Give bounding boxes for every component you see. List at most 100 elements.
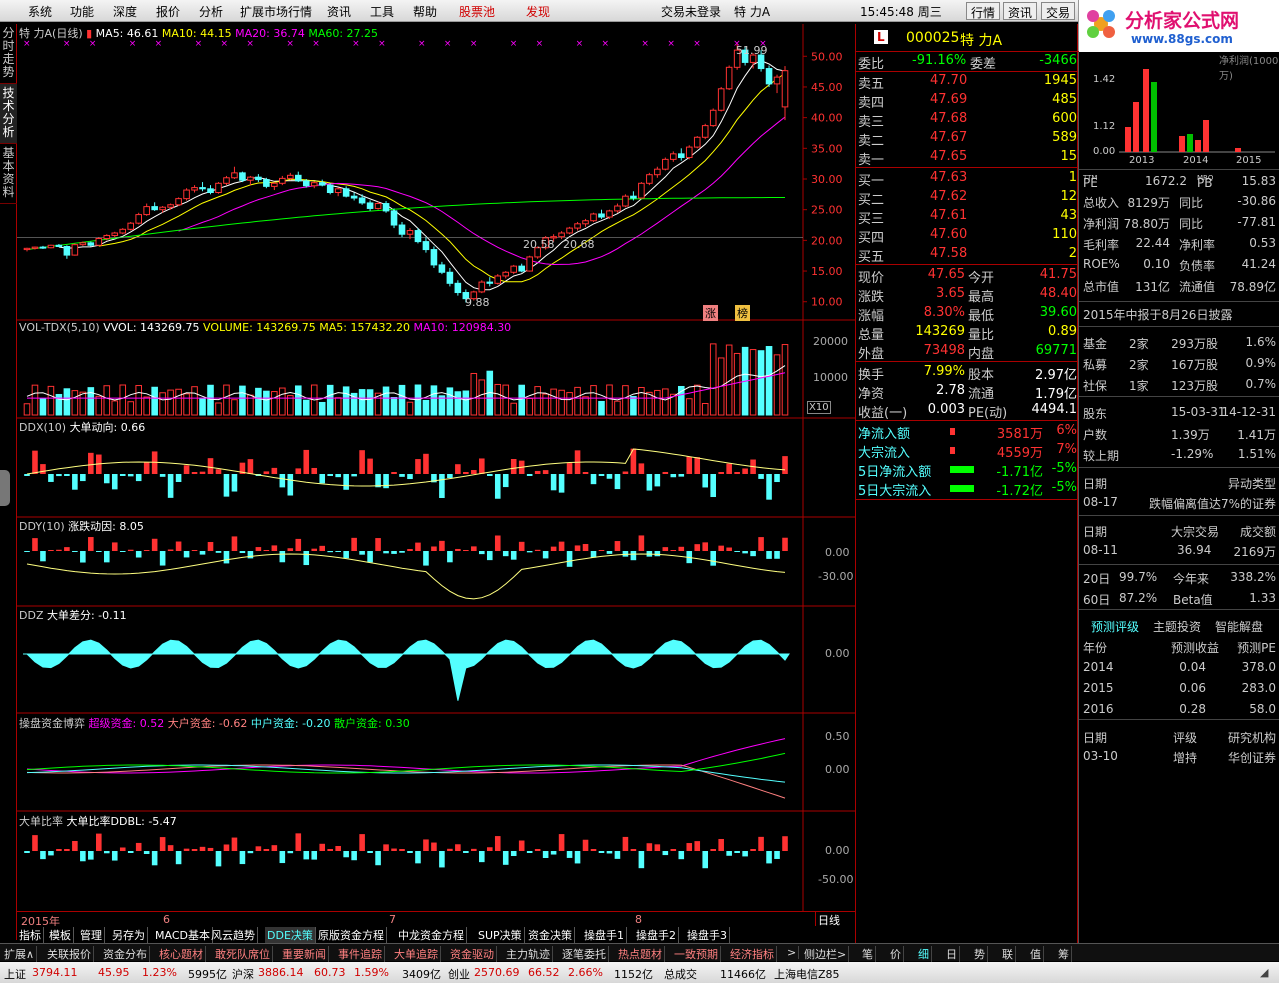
ddx-bar (510, 459, 517, 474)
holder-row[interactable]: 社保 1家 123万股 0.7% (1079, 375, 1279, 393)
forecast-row: 2016 0.28 58.0 (1083, 702, 1276, 716)
tab-ticks[interactable]: 笔 (860, 946, 876, 962)
tab-trader2[interactable]: 操盘手2 (634, 927, 679, 943)
tab-next-arrow[interactable]: > (785, 946, 800, 959)
tab-sup[interactable]: SUP决策 (476, 927, 525, 943)
signal-marker: × (510, 39, 518, 49)
tab-manage[interactable]: 管理 (78, 927, 105, 943)
tab-zhonglong[interactable]: 中龙资金方程 (396, 927, 467, 943)
tab-price[interactable]: 价 (888, 946, 904, 962)
tab-consensus[interactable]: 一致预期 (672, 946, 721, 962)
hs-index-label[interactable]: 沪深 (232, 966, 254, 982)
tab-capital-drive[interactable]: 资金驱动 (448, 946, 497, 962)
menu-extended-market[interactable]: 扩展市场行情 (240, 3, 312, 20)
holder-row[interactable]: 私募 2家 167万股 0.9% (1079, 354, 1279, 372)
tab-save-as[interactable]: 另存为 (110, 927, 148, 943)
ddx-bar (638, 463, 645, 474)
ddbl-bar (646, 843, 653, 851)
tab-sidebar[interactable]: 侧边栏> (802, 946, 850, 962)
volume-bar (757, 350, 765, 416)
tab-link[interactable]: 联 (1000, 946, 1016, 962)
tab-capital-dist[interactable]: 资金分布 (101, 946, 150, 962)
holder-row[interactable]: 基金 2家 293万股 1.6% (1079, 333, 1279, 351)
chart-area[interactable]: 50.00 45.00 40.00 35.00 30.00 25.00 20.00 15.00… (17, 24, 855, 912)
tab-tick-order[interactable]: 逐笔委托 (560, 946, 609, 962)
tab-value[interactable]: 值 (1028, 946, 1044, 962)
tab-intraday[interactable]: 分时走势 (0, 24, 17, 84)
server-name[interactable]: 上海电信Z85 (774, 966, 840, 982)
tab-chips[interactable]: 筹 (1056, 946, 1072, 962)
menu-quote[interactable]: 报价 (156, 3, 180, 20)
tab-trader3[interactable]: 操盘手3 (685, 927, 730, 943)
tab-dare-seats[interactable]: 敢死队席位 (213, 946, 273, 962)
candle-body (342, 188, 350, 197)
menu-system[interactable]: 系统 (28, 3, 52, 20)
tab-detail[interactable]: 细 (916, 946, 932, 962)
ddx-bar (231, 474, 238, 492)
sh-index-label[interactable]: 上证 (4, 966, 26, 982)
financial-row: 毛利率 22.44 净利率 0.53 (1083, 236, 1276, 252)
tab-macd[interactable]: MACD基本 (153, 927, 213, 943)
ddbl-bar (103, 851, 110, 854)
ddx-bar (279, 474, 286, 488)
menu-depth[interactable]: 深度 (113, 3, 137, 20)
ddx-bar (502, 474, 509, 488)
login-status[interactable]: 交易未登录 (661, 3, 721, 20)
abnormal-row[interactable]: 08-17 跌幅偏离值达7%的证券 (1079, 493, 1279, 511)
news-button[interactable]: 资讯 (1003, 2, 1038, 20)
candle-body (438, 264, 446, 273)
rank-tag[interactable]: 榜 (735, 305, 750, 321)
chart-canvas[interactable]: 50.00 45.00 40.00 35.00 30.00 25.00 20.00 15.00… (17, 24, 855, 912)
ddbl-bar (207, 847, 214, 851)
tab-daily[interactable]: 日 (944, 946, 960, 962)
order-diff-label: 委差 (970, 57, 997, 72)
menu-discover[interactable]: 发现 (526, 3, 550, 20)
tab-template[interactable]: 模板 (47, 927, 74, 943)
rating-row[interactable]: 03-10 增持 华创证券 (1079, 747, 1279, 765)
tab-trend[interactable]: 势 (972, 946, 988, 962)
tab-capital[interactable]: 资金决策 (526, 927, 575, 943)
tab-economic[interactable]: 经济指标 (728, 946, 777, 962)
trade-button[interactable]: 交易 (1041, 2, 1076, 20)
limit-up-tag[interactable]: 涨 (703, 305, 718, 321)
tab-yuanban[interactable]: 原版资金方程 (316, 927, 387, 943)
cy-index-label[interactable]: 创业 (448, 966, 470, 982)
tab-related-quote[interactable]: 关联报价 (45, 946, 94, 962)
block-trade-row[interactable]: 08-11 36.94 2169万 (1079, 541, 1279, 559)
menu-info[interactable]: 资讯 (327, 3, 351, 20)
tab-technical[interactable]: 技术分析 (0, 84, 17, 144)
ddbl-bar (566, 851, 573, 858)
menu-function[interactable]: 功能 (70, 3, 94, 20)
tab-core-theme[interactable]: 核心题材 (157, 946, 206, 962)
menu-analysis[interactable]: 分析 (199, 3, 223, 20)
resize-grip-icon[interactable]: ◢ (1260, 966, 1268, 979)
tab-event-track[interactable]: 事件追踪 (336, 946, 385, 962)
tab-trader1[interactable]: 操盘手1 (582, 927, 627, 943)
ddy-bar (127, 549, 134, 551)
ddy-bar (606, 551, 613, 554)
tab-fundamentals[interactable]: 基本资料 (0, 144, 17, 204)
stat-row-3: 总量 143269 量比 0.89 (856, 323, 1079, 343)
sell-level-5: 卖五 47.70 1945 (856, 72, 1079, 92)
tab-big-order-track[interactable]: 大单追踪 (392, 946, 441, 962)
sidebar-collapse-handle[interactable] (0, 470, 10, 506)
tab-important-news[interactable]: 重要新闻 (280, 946, 329, 962)
tab-forecast-rating[interactable]: 预测评级 (1091, 618, 1139, 635)
ddx-bar (48, 474, 54, 482)
tab-hot-theme[interactable]: 热点题材 (616, 946, 665, 962)
tab-indicator[interactable]: 指标 (17, 927, 44, 943)
menu-stock-pool[interactable]: 股票池 (459, 3, 495, 20)
menu-tools[interactable]: 工具 (370, 3, 394, 20)
menu-help[interactable]: 帮助 (413, 3, 437, 20)
czb-line-0 (26, 738, 786, 774)
tab-theme-invest[interactable]: 主题投资 (1153, 618, 1201, 635)
tab-expand[interactable]: 扩展∧ (2, 946, 38, 962)
ddx-bar (782, 456, 788, 474)
tab-smart-analysis[interactable]: 智能解盘 (1215, 618, 1263, 635)
tab-fengyun[interactable]: 风云趋势 (209, 927, 258, 943)
share-label: 净资 (858, 387, 885, 402)
tab-main-track[interactable]: 主力轨迹 (504, 946, 553, 962)
quote-button[interactable]: 行情 (966, 2, 1001, 20)
candle-body (366, 202, 374, 209)
tab-dde[interactable]: DDE决策 (265, 927, 316, 943)
